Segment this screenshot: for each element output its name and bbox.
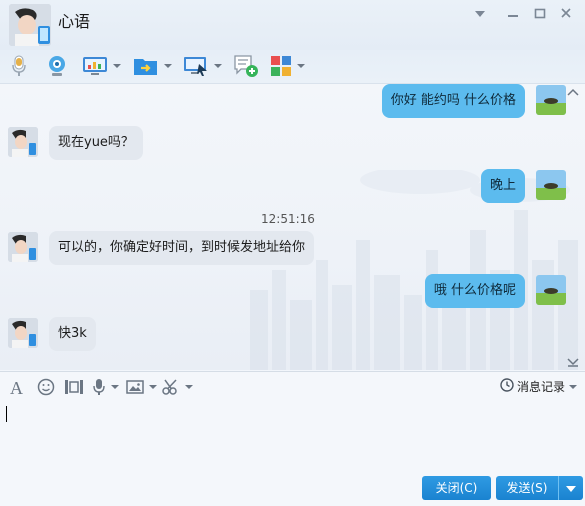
message-bubble-received[interactable]: 现在yue吗？ <box>49 126 143 160</box>
timestamp: 12:51:16 <box>261 212 315 226</box>
message-bubble-received[interactable]: 可以的，你确定好时间，到时候发地址给你 <box>49 231 315 265</box>
emoji-icon[interactable] <box>37 377 55 397</box>
send-options-dropdown[interactable] <box>558 476 583 500</box>
title-bar: 心语 <box>0 0 585 50</box>
message-input[interactable] <box>0 400 585 472</box>
svg-text:A: A <box>10 378 23 396</box>
maximize-icon[interactable] <box>531 7 549 23</box>
add-chat-icon[interactable] <box>233 54 259 78</box>
chevron-up-icon[interactable] <box>567 85 579 100</box>
message-bubble-sent[interactable]: 哦 什么价格呢 <box>424 274 525 308</box>
image-icon[interactable] <box>126 377 157 397</box>
send-button[interactable]: 发送(S) <box>496 476 558 500</box>
contact-avatar-small[interactable] <box>8 318 38 348</box>
text-cursor <box>6 406 7 422</box>
close-button[interactable]: 关闭(C) <box>422 476 491 500</box>
screen-share-icon[interactable] <box>82 54 121 78</box>
contact-avatar-small[interactable] <box>8 232 38 262</box>
remote-desktop-icon[interactable] <box>183 54 222 78</box>
message-history-button[interactable]: 消息记录 <box>500 378 577 395</box>
message-bubble-sent[interactable]: 你好 能约吗 什么价格 <box>381 84 525 118</box>
minimize-icon[interactable] <box>504 7 522 23</box>
font-icon[interactable]: A <box>9 377 27 397</box>
input-toolbar: A 消息记录 <box>0 371 585 401</box>
scroll-bottom-icon[interactable] <box>567 356 579 370</box>
message-bubble-received[interactable]: 快3k <box>49 317 96 351</box>
webcam-icon[interactable] <box>45 54 69 78</box>
chat-toolbar <box>0 50 585 84</box>
screenshot-icon[interactable] <box>64 377 84 397</box>
my-avatar[interactable] <box>536 170 566 200</box>
folder-send-icon[interactable] <box>133 54 172 78</box>
contact-avatar[interactable] <box>9 4 51 46</box>
message-bubble-sent[interactable]: 晚上 <box>480 169 525 203</box>
chat-history[interactable]: 你好 能约吗 什么价格 现在yue吗？ 晚上 12:51:16 可以的，你确定好… <box>0 84 585 370</box>
clock-icon <box>500 378 514 395</box>
my-avatar[interactable] <box>536 85 566 115</box>
close-icon[interactable] <box>557 7 575 23</box>
my-avatar[interactable] <box>536 275 566 305</box>
button-bar: 关闭(C) 发送(S) <box>0 472 585 506</box>
voice-icon[interactable] <box>92 377 119 397</box>
apps-icon[interactable] <box>270 54 305 78</box>
message-history-label: 消息记录 <box>516 380 565 394</box>
microphone-icon[interactable] <box>10 54 28 78</box>
contact-avatar-small[interactable] <box>8 127 38 157</box>
window-title: 心语 <box>58 12 91 31</box>
chevron-down-icon[interactable] <box>471 7 489 23</box>
scissors-icon[interactable] <box>162 377 193 397</box>
